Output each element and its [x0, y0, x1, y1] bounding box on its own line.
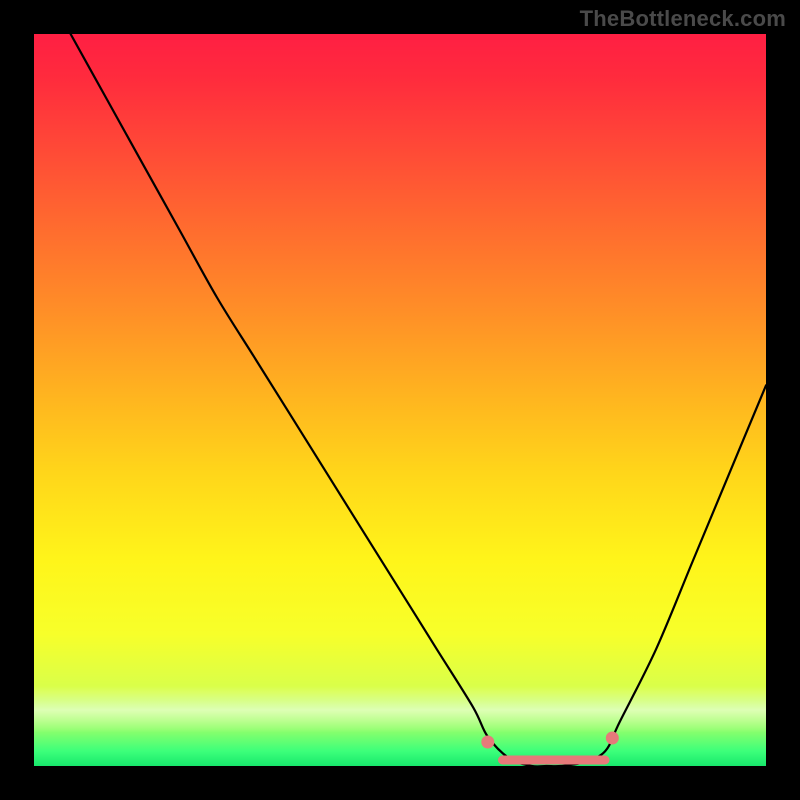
plot-area: [34, 34, 766, 766]
bottleneck-curve-path: [71, 34, 766, 766]
curve-layer: [34, 34, 766, 766]
watermark-text: TheBottleneck.com: [580, 6, 786, 32]
chart-frame: TheBottleneck.com: [0, 0, 800, 800]
flat-region-dot: [606, 732, 619, 745]
flat-region-markers: [481, 732, 619, 761]
flat-region-dot: [481, 736, 494, 749]
